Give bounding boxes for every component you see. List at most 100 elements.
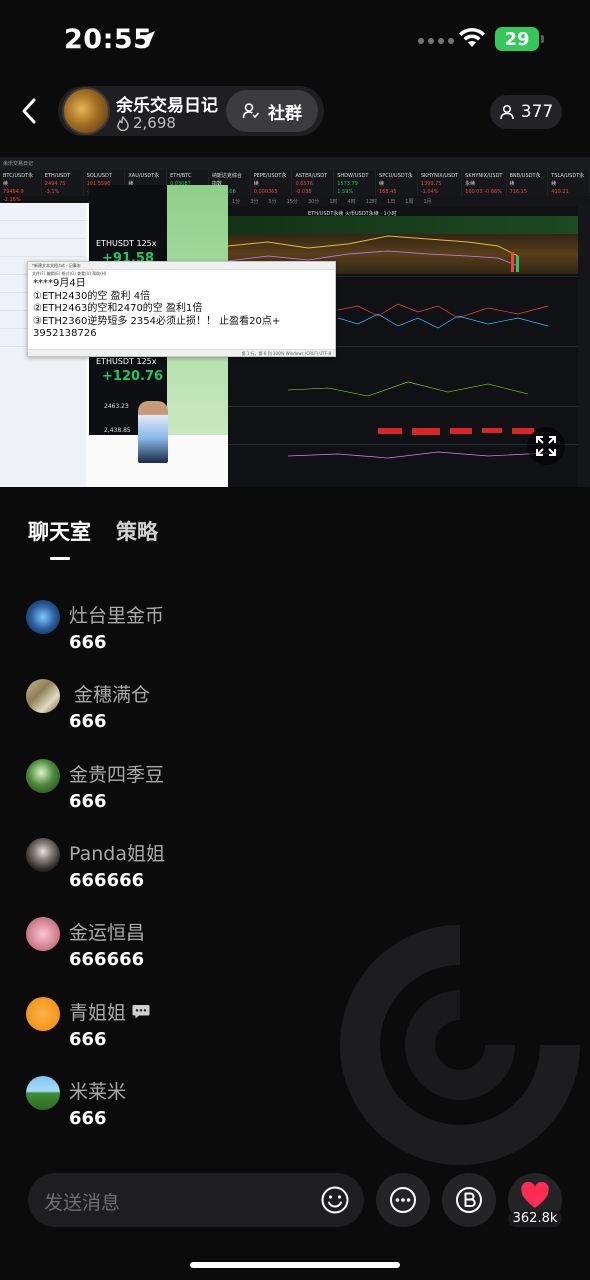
more-options-button[interactable] bbox=[376, 1173, 430, 1227]
ticker-item[interactable]: SKHYNIX/USDT永续 160.03 -0.66% bbox=[462, 170, 507, 196]
group-icon bbox=[242, 103, 260, 119]
user-avatar[interactable] bbox=[26, 600, 60, 634]
timeframe-option[interactable]: 30分 bbox=[308, 198, 319, 205]
notepad-line: ****9月4日 bbox=[33, 278, 86, 289]
ticker-item[interactable]: PEPE/USDT永续0.000365 -4.5% bbox=[251, 170, 293, 203]
pnl-price-2: 2,438.85 bbox=[104, 427, 131, 434]
timeframe-option[interactable]: 4时 bbox=[348, 198, 356, 205]
user-name[interactable]: 米莱米 bbox=[69, 1077, 126, 1104]
timeframe-option[interactable]: 1时 bbox=[329, 198, 337, 205]
ticker-symbol: ETH/BTC bbox=[170, 173, 192, 179]
timeframe-option[interactable]: 1月 bbox=[423, 198, 431, 205]
person-icon bbox=[500, 104, 514, 120]
ticker-item[interactable]: SKHYNIX/USDT 1399.75 -1.04% bbox=[418, 170, 463, 196]
chat-bubble-icon bbox=[132, 1005, 150, 1019]
user-avatar[interactable] bbox=[26, 759, 60, 793]
emoji-icon[interactable] bbox=[320, 1185, 350, 1215]
viewer-count: 377 bbox=[520, 102, 554, 122]
timeframe-bar: 1分 3分 5分 15分 30分 1时 4时 12时 1日 1周 1月 bbox=[228, 196, 590, 206]
host-name: 余乐交易日记 bbox=[116, 96, 218, 116]
ticker-item[interactable]: SPCU/USDT永续168.45 -0.96% bbox=[376, 170, 418, 203]
battery-indicator: 29 bbox=[495, 27, 539, 51]
community-group-button[interactable]: 社群 bbox=[226, 90, 318, 132]
message-input-placeholder: 发送消息 bbox=[44, 1192, 121, 1214]
user-avatar[interactable] bbox=[26, 1076, 60, 1110]
user-name[interactable]: 金贵四季豆 bbox=[69, 760, 164, 787]
timeframe-option[interactable]: 1日 bbox=[387, 198, 395, 205]
price-axis bbox=[578, 206, 590, 487]
ticker-value: 1399.75 -1.04% bbox=[420, 181, 442, 195]
host-likes: 2,698 bbox=[116, 114, 176, 132]
user-name[interactable]: Panda姐姐 bbox=[69, 839, 165, 866]
user-avatar[interactable] bbox=[26, 679, 60, 713]
location-arrow-icon bbox=[139, 31, 155, 47]
pane-divider bbox=[228, 444, 578, 445]
user-name[interactable]: 金穗满仓 bbox=[74, 680, 150, 707]
viewer-count-button[interactable]: 377 bbox=[490, 95, 562, 129]
ticker-value: 0.6576 -0.038 bbox=[295, 181, 313, 195]
notepad-status: 第 1 行，第 6 列 100% Windows (CRLF) UTF-8 bbox=[28, 349, 335, 356]
heart-icon bbox=[521, 1182, 549, 1208]
more-dots-icon bbox=[390, 1187, 416, 1213]
ticker-item[interactable]: TSLA/USDT永续410.21 -1.76% bbox=[548, 170, 590, 203]
status-bar: 20:55 29 bbox=[0, 0, 590, 80]
player-image bbox=[138, 401, 168, 463]
pnl-top-label: ETHUSDT 125x bbox=[96, 239, 157, 248]
chat-row bbox=[0, 203, 86, 221]
ticker-item[interactable]: ETH/USDT 2494.75 -3.1% bbox=[42, 170, 84, 196]
notepad-line: 3952138726 bbox=[33, 328, 97, 339]
timeframe-option[interactable]: 5分 bbox=[268, 198, 276, 205]
ticker-value: 79494.9 -2.16% bbox=[3, 189, 24, 203]
user-avatar[interactable] bbox=[26, 838, 60, 872]
notepad-menu: 文件(F) 编辑(E) 格式(O) 查看(V) 帮助(H) bbox=[32, 271, 107, 276]
fullscreen-button[interactable] bbox=[527, 427, 565, 465]
message-text: 666 bbox=[69, 791, 107, 812]
notepad-window: *新建文本文档.txt - 记事本 文件(F) 编辑(E) 格式(O) 查看(V… bbox=[27, 261, 336, 357]
ticker-value: 2494.75 -3.1% bbox=[44, 181, 66, 195]
message-text: 666 bbox=[69, 632, 107, 653]
ticker-symbol: PEPE/USDT永续 bbox=[253, 173, 287, 187]
ticker-item[interactable]: SHDW/USDT 1573.79 1.59% bbox=[334, 170, 377, 196]
user-name[interactable]: 青姐姐 bbox=[69, 998, 150, 1025]
coin-b-icon bbox=[456, 1187, 482, 1213]
timeframe-option[interactable]: 1周 bbox=[405, 198, 413, 205]
chart-window-title: 余乐交易日记 bbox=[0, 157, 590, 170]
user-name[interactable]: 灶台里金币 bbox=[69, 601, 164, 628]
chat-row bbox=[0, 239, 86, 257]
tab-chat-room[interactable]: 聊天室 bbox=[28, 516, 91, 546]
timeframe-option[interactable]: 3分 bbox=[250, 198, 258, 205]
message-text: 666666 bbox=[69, 949, 145, 970]
chat-message: 金贵四季豆 666 bbox=[26, 759, 566, 829]
community-group-label: 社群 bbox=[268, 103, 302, 124]
ticker-item[interactable]: ASTER/USDT 0.6576 -0.038 bbox=[292, 170, 335, 196]
pnl-bottom-value: +120.76 bbox=[102, 369, 164, 384]
notepad-line: ②ETH2463的空和2470的空 盈利1倍 bbox=[33, 303, 203, 314]
host-avatar[interactable] bbox=[62, 87, 110, 135]
chat-message: 金穗满仓 666 bbox=[26, 679, 566, 749]
ticker-item[interactable]: BNB/USDT永续716.15 -1.27% bbox=[507, 170, 549, 203]
ticker-symbol: SKHYNIX/USDT bbox=[420, 173, 459, 179]
tab-strategy[interactable]: 策略 bbox=[116, 516, 158, 546]
timeframe-option[interactable]: 15分 bbox=[287, 198, 298, 205]
live-video[interactable]: 余乐交易日记 BTC/USDT永续 79494.9 -2.16% ETH/USDT 2… bbox=[0, 157, 590, 487]
ticker-item[interactable]: BTC/USDT永续 79494.9 -2.16% bbox=[0, 170, 42, 203]
back-chevron-icon[interactable] bbox=[16, 96, 44, 126]
notepad-line: ①ETH2430的空 盈利 4倍 bbox=[33, 290, 151, 302]
user-avatar[interactable] bbox=[26, 917, 60, 951]
user-avatar[interactable] bbox=[26, 997, 60, 1031]
timeframe-option[interactable]: 12时 bbox=[366, 198, 377, 205]
user-name[interactable]: 金运恒昌 bbox=[69, 918, 145, 945]
battery-nub bbox=[541, 35, 544, 43]
message-text: 666 bbox=[69, 711, 107, 732]
coin-tip-button[interactable] bbox=[442, 1173, 496, 1227]
ticker-symbol: SKHYNIX/USDT永续 bbox=[465, 173, 503, 187]
home-indicator bbox=[190, 1262, 400, 1268]
message-text: 666666 bbox=[69, 870, 145, 891]
ticker-value: 1573.79 1.59% bbox=[337, 181, 358, 195]
wifi-icon bbox=[459, 27, 485, 47]
fullscreen-icon bbox=[536, 436, 556, 456]
pane-divider bbox=[228, 406, 578, 407]
flame-icon bbox=[117, 115, 129, 131]
ticker-symbol: SOL/USDT bbox=[86, 173, 112, 179]
timeframe-option[interactable]: 1分 bbox=[232, 198, 240, 205]
